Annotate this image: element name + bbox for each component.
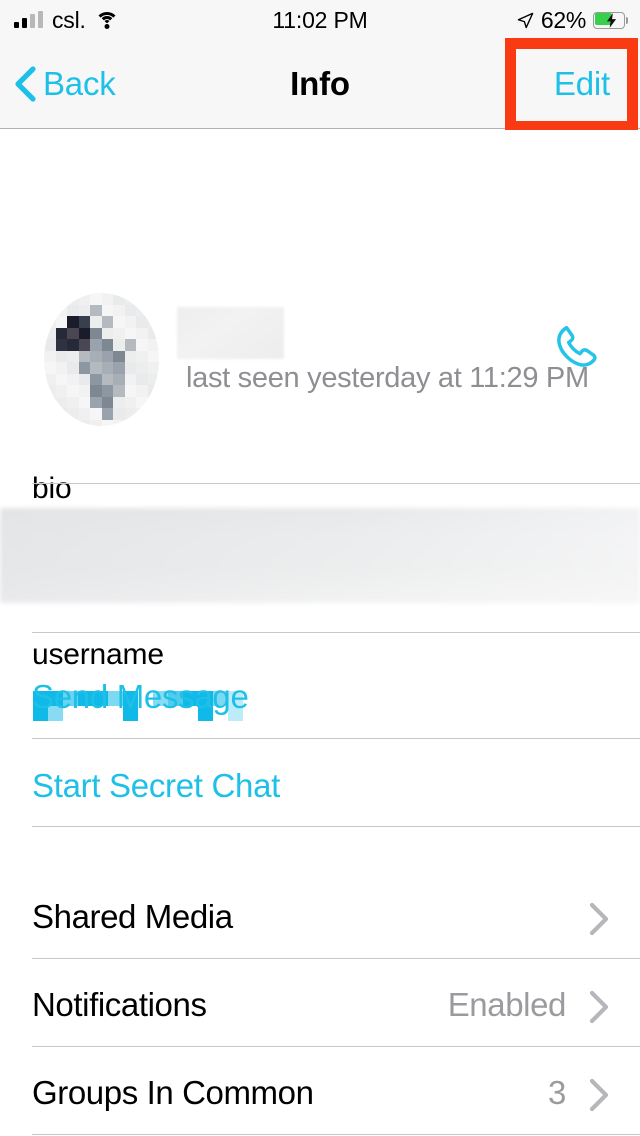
avatar[interactable] xyxy=(44,293,159,426)
location-arrow-icon xyxy=(517,12,534,28)
separator-groups-in-common xyxy=(32,1134,640,1135)
phone-icon[interactable] xyxy=(549,320,603,374)
send-message-button[interactable]: Send Message xyxy=(32,678,249,716)
edit-button-label: Edit xyxy=(553,65,610,102)
page-title: Info xyxy=(290,65,350,102)
groups-in-common-label: Groups In Common xyxy=(32,1074,314,1111)
separator-username xyxy=(32,632,640,633)
contact-name-redacted xyxy=(177,307,284,359)
navigation-bar: Back Info Edit xyxy=(0,40,640,129)
shared-media-label: Shared Media xyxy=(32,898,233,935)
groups-in-common-value: 3 xyxy=(548,1074,566,1111)
last-seen-label: last seen yesterday at 11:29 PM xyxy=(186,362,589,394)
battery-percent-label: 62% xyxy=(540,6,586,33)
start-secret-chat-button[interactable]: Start Secret Chat xyxy=(32,767,280,805)
clock-label: 11:02 PM xyxy=(272,6,368,33)
separator-secret-chat xyxy=(32,826,640,827)
telegram-contact-info-screen: csl. 11:02 PM 62% Back Info Edit last se… xyxy=(0,0,640,1136)
chevron-right-icon xyxy=(589,902,609,936)
notifications-label: Notifications xyxy=(32,986,207,1023)
separator-bio xyxy=(32,483,640,484)
info-content: last seen yesterday at 11:29 PM bio user… xyxy=(0,130,640,1136)
notifications-value: Enabled xyxy=(447,986,567,1023)
charging-bolt-icon xyxy=(606,12,617,28)
chevron-right-icon xyxy=(589,1078,609,1112)
status-bar: csl. 11:02 PM 62% xyxy=(0,0,640,40)
battery-icon xyxy=(593,11,628,29)
bio-value-redacted xyxy=(0,508,640,603)
bio-label: bio xyxy=(32,472,72,505)
chevron-right-icon xyxy=(589,990,609,1024)
status-bar-right: 62% xyxy=(517,0,628,40)
edit-button[interactable]: Edit xyxy=(554,40,610,128)
